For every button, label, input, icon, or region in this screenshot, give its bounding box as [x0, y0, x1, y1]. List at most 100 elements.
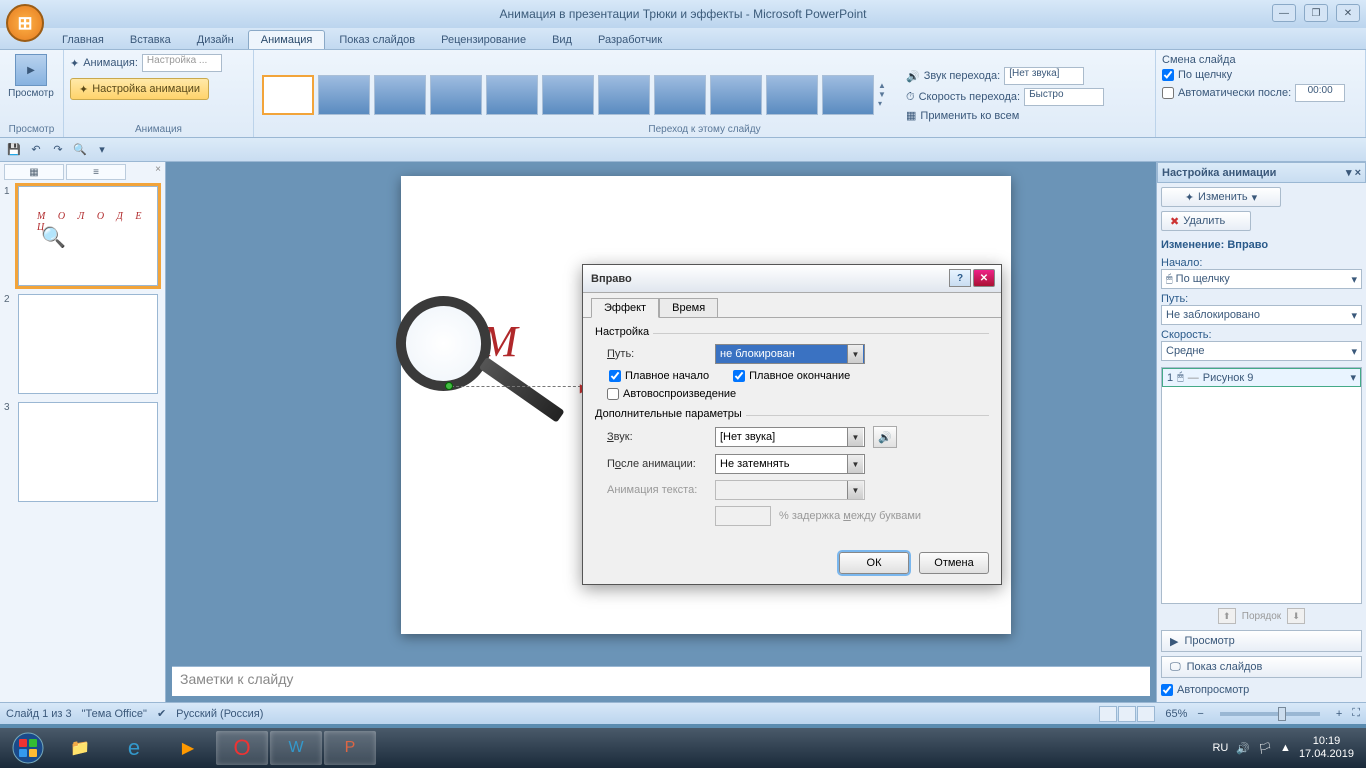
- tab-review[interactable]: Рецензирование: [429, 31, 538, 49]
- restore-button[interactable]: ❐: [1304, 4, 1328, 22]
- dlg-path-dropdown[interactable]: не блокирован ▼: [715, 344, 865, 364]
- speed-dropdown[interactable]: Средне▾: [1161, 341, 1362, 361]
- taskbar-powerpoint[interactable]: P: [324, 731, 376, 765]
- pane-dropdown-icon[interactable]: ▾: [1346, 167, 1352, 179]
- slideshow-button[interactable]: 🖵 Показ слайдов: [1161, 656, 1362, 678]
- dlg-sound-dropdown[interactable]: [Нет звука] ▼: [715, 427, 865, 447]
- dialog-ok-button[interactable]: ОК: [839, 552, 909, 574]
- tab-developer[interactable]: Разработчик: [586, 31, 674, 49]
- dialog-tab-effect[interactable]: Эффект: [591, 298, 659, 318]
- play-animation-button[interactable]: ▶ Просмотр: [1161, 630, 1362, 652]
- taskbar-word[interactable]: W: [270, 731, 322, 765]
- tab-insert[interactable]: Вставка: [118, 31, 183, 49]
- qat-icon[interactable]: 🔍: [72, 142, 88, 158]
- transition-item[interactable]: [430, 75, 482, 115]
- slide-thumbnail-1[interactable]: М О Л О Д Е Ц 🔍: [18, 186, 158, 286]
- spellcheck-icon[interactable]: ✔: [157, 707, 166, 720]
- tray-clock[interactable]: 10:19 17.04.2019: [1299, 735, 1354, 761]
- preview-button[interactable]: ▶ Просмотр: [6, 54, 56, 99]
- on-click-checkbox[interactable]: [1162, 69, 1174, 81]
- gallery-more-button[interactable]: ▲▼▾: [878, 75, 892, 115]
- transition-item[interactable]: [822, 75, 874, 115]
- undo-icon[interactable]: ↶: [28, 142, 44, 158]
- taskbar-ie[interactable]: e: [108, 731, 160, 765]
- smooth-start-checkbox[interactable]: [609, 370, 621, 382]
- window-titlebar: ⊞ Анимация в презентации Трюки и эффекты…: [0, 0, 1366, 28]
- tray-language[interactable]: RU: [1212, 742, 1228, 754]
- start-trigger-dropdown[interactable]: 🖱 По щелчку▾: [1161, 269, 1362, 289]
- dialog-titlebar[interactable]: Вправо ? ✕: [583, 265, 1001, 293]
- auto-after-checkbox[interactable]: [1162, 87, 1174, 99]
- close-button[interactable]: ✕: [1336, 4, 1360, 22]
- transition-speed-dropdown[interactable]: Быстро: [1024, 88, 1104, 106]
- magnifier-shape[interactable]: [388, 288, 498, 398]
- transition-item[interactable]: [654, 75, 706, 115]
- transition-item[interactable]: [318, 75, 370, 115]
- chevron-down-icon: ▼: [847, 481, 863, 499]
- transition-item[interactable]: [374, 75, 426, 115]
- slide-thumbnail-2[interactable]: [18, 294, 158, 394]
- zoom-in-button[interactable]: +: [1336, 708, 1342, 720]
- slide-thumbnail-3[interactable]: [18, 402, 158, 502]
- transition-item[interactable]: [598, 75, 650, 115]
- tab-design[interactable]: Дизайн: [185, 31, 246, 49]
- normal-view-button[interactable]: [1099, 706, 1117, 722]
- zoom-out-button[interactable]: −: [1197, 708, 1203, 720]
- auto-after-time[interactable]: 00:00: [1295, 84, 1345, 102]
- transition-sound-dropdown[interactable]: [Нет звука]: [1004, 67, 1084, 85]
- language-indicator[interactable]: Русский (Россия): [176, 708, 263, 720]
- animation-list-item[interactable]: 1 🖱 — Рисунок 9 ▾: [1162, 368, 1361, 387]
- save-icon[interactable]: 💾: [6, 142, 22, 158]
- dialog-cancel-button[interactable]: Отмена: [919, 552, 989, 574]
- autopreview-checkbox[interactable]: [1161, 684, 1173, 696]
- tab-slideshow[interactable]: Показ слайдов: [327, 31, 427, 49]
- tab-animations[interactable]: Анимация: [248, 30, 326, 49]
- tray-action-icon[interactable]: ▲: [1280, 742, 1291, 754]
- transition-item[interactable]: [710, 75, 762, 115]
- tab-home[interactable]: Главная: [50, 31, 116, 49]
- minimize-button[interactable]: —: [1272, 4, 1296, 22]
- animation-dropdown[interactable]: Настройка ...: [142, 54, 222, 72]
- sorter-view-button[interactable]: [1118, 706, 1136, 722]
- dlg-after-dropdown[interactable]: Не затемнять ▼: [715, 454, 865, 474]
- qat-more-icon[interactable]: ▾: [94, 142, 110, 158]
- reorder-up-button[interactable]: ⬆: [1218, 608, 1236, 624]
- slides-tab[interactable]: ▦: [4, 164, 64, 180]
- pane-close-icon[interactable]: ×: [1355, 167, 1361, 179]
- transition-item[interactable]: [542, 75, 594, 115]
- taskbar-media[interactable]: ▶: [162, 731, 214, 765]
- panel-close-icon[interactable]: ×: [155, 164, 161, 180]
- transition-gallery[interactable]: ▲▼▾: [260, 71, 894, 119]
- motion-path[interactable]: ▶: [451, 386, 581, 388]
- dialog-tab-timing[interactable]: Время: [659, 298, 718, 318]
- dialog-close-button[interactable]: ✕: [973, 269, 995, 287]
- fit-window-button[interactable]: ⛶: [1352, 707, 1360, 720]
- tray-flag-icon[interactable]: 🏳: [1258, 742, 1272, 755]
- path-dropdown[interactable]: Не заблокировано▾: [1161, 305, 1362, 325]
- office-button[interactable]: ⊞: [6, 4, 44, 42]
- transition-none[interactable]: [262, 75, 314, 115]
- redo-icon[interactable]: ↷: [50, 142, 66, 158]
- taskbar-explorer[interactable]: 📁: [54, 731, 106, 765]
- slideshow-view-button[interactable]: [1137, 706, 1155, 722]
- auto-reverse-checkbox[interactable]: [607, 388, 619, 400]
- apply-to-all-button[interactable]: ▦ Применить ко всем: [906, 109, 1104, 122]
- remove-effect-button[interactable]: ✖ Удалить: [1161, 211, 1251, 231]
- taskbar-opera[interactable]: O: [216, 731, 268, 765]
- custom-animation-button[interactable]: ✦ Настройка анимации: [70, 78, 209, 100]
- change-effect-button[interactable]: ✦ Изменить ▾: [1161, 187, 1281, 207]
- reorder-down-button[interactable]: ⬇: [1287, 608, 1305, 624]
- start-button[interactable]: [4, 730, 52, 766]
- transition-item[interactable]: [486, 75, 538, 115]
- dialog-help-button[interactable]: ?: [949, 269, 971, 287]
- sound-volume-button[interactable]: 🔊: [873, 426, 897, 448]
- tray-network-icon[interactable]: 🔊: [1236, 742, 1250, 755]
- chevron-down-icon: ▾: [1351, 309, 1357, 322]
- notes-area[interactable]: Заметки к слайду: [172, 666, 1150, 696]
- tab-view[interactable]: Вид: [540, 31, 584, 49]
- transition-item[interactable]: [766, 75, 818, 115]
- zoom-slider[interactable]: [1220, 712, 1320, 716]
- outline-tab[interactable]: ≡: [66, 164, 126, 180]
- chevron-down-icon[interactable]: ▾: [1350, 371, 1356, 384]
- smooth-end-checkbox[interactable]: [733, 370, 745, 382]
